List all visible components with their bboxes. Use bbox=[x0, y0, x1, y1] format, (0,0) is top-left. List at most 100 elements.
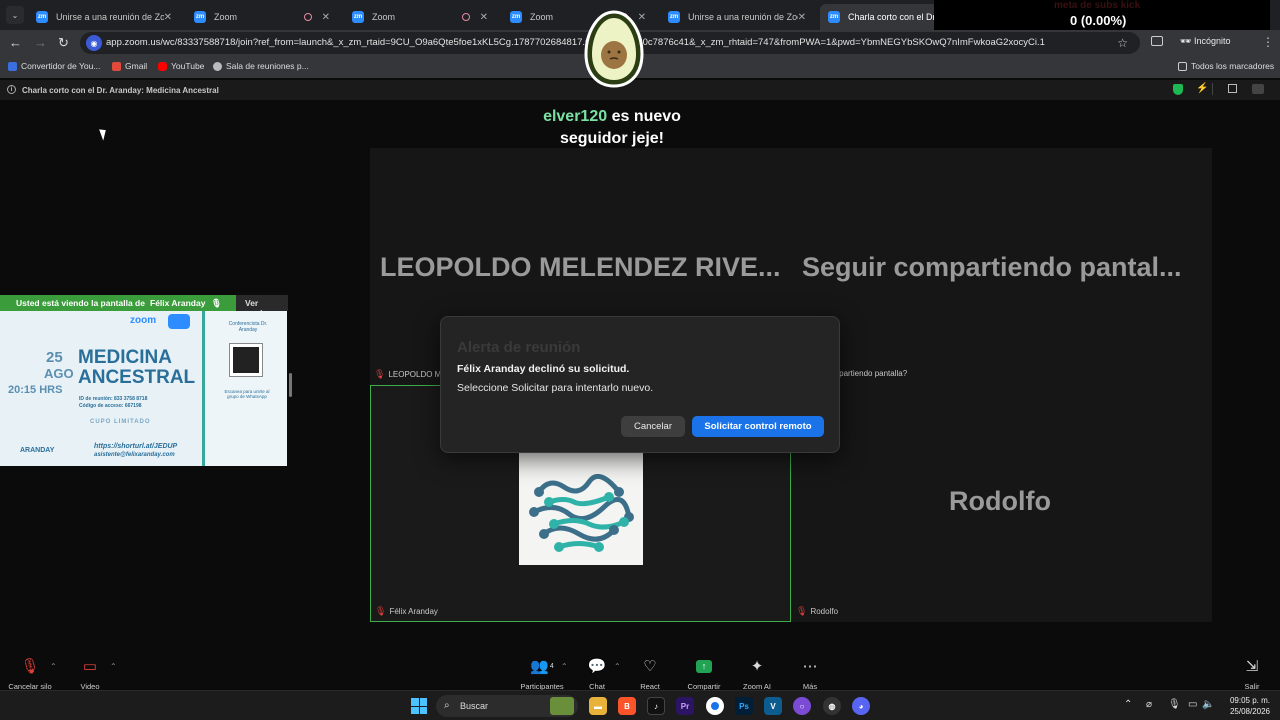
youtube-icon bbox=[158, 61, 167, 71]
premiere-icon[interactable]: Pr bbox=[676, 697, 694, 715]
file-explorer-icon[interactable]: ▬ bbox=[589, 697, 607, 715]
forward-arrow-icon[interactable]: → bbox=[34, 35, 47, 50]
close-tab-icon[interactable]: ✕ bbox=[322, 12, 330, 23]
view-icon[interactable] bbox=[1228, 84, 1237, 93]
close-tab-icon[interactable]: ✕ bbox=[164, 12, 172, 23]
leave-button[interactable]: ⇲ Salir bbox=[1222, 656, 1280, 691]
bookmark-star-icon[interactable]: ☆ bbox=[1117, 36, 1128, 50]
remote-control-declined-dialog: Alerta de reunión Félix Aranday declinó … bbox=[440, 316, 840, 453]
participant-name-leopoldo: LEOPOLDO MELENDEZ RIVE... bbox=[380, 252, 781, 282]
zoom-favicon-icon: zm bbox=[668, 11, 680, 23]
converter-icon bbox=[8, 61, 17, 71]
bookmark-converter[interactable]: Convertidor de You... bbox=[8, 61, 100, 71]
video-options-chevron-icon[interactable]: ⌃ bbox=[110, 662, 117, 671]
windows-taskbar: ⌕ Buscar ▬ B ♪ Pr Ps V ○ ◍ ◕ ⌃ ⌀ 🎙 ▭ 🔈 0… bbox=[0, 690, 1280, 720]
tab-search-button[interactable]: ⌄ bbox=[6, 6, 24, 24]
photoshop-icon[interactable]: Ps bbox=[735, 697, 753, 715]
zoom-favicon-icon: zm bbox=[352, 11, 364, 23]
leave-icon: ⇲ bbox=[1245, 658, 1259, 675]
zoom-favicon-icon: zm bbox=[828, 11, 840, 23]
close-tab-icon[interactable]: ✕ bbox=[480, 12, 488, 23]
shared-screen[interactable]: zoom 25 AGO 20:15 HRS MEDICINA ANCESTRAL… bbox=[0, 311, 287, 466]
subs-goal-count: 0 (0.00%) bbox=[1070, 13, 1127, 28]
security-shield-icon[interactable] bbox=[1173, 84, 1183, 95]
browser-tab-3[interactable]: zm Zoom ✕ bbox=[344, 4, 496, 30]
avocado-icon bbox=[584, 10, 644, 88]
cancel-button[interactable]: Cancelar bbox=[621, 416, 685, 437]
v-app-icon[interactable]: V bbox=[764, 697, 782, 715]
incognito-icon: 🕶 bbox=[1180, 36, 1192, 46]
mic-off-icon: 🎙 bbox=[374, 369, 386, 379]
share-screen-icon: ↑ bbox=[696, 659, 712, 673]
all-bookmarks[interactable]: Todos los marcadores bbox=[1178, 61, 1274, 71]
reload-icon[interactable]: ↻ bbox=[58, 35, 69, 51]
circle-app-icon[interactable]: ○ bbox=[793, 697, 811, 715]
tiktok-icon[interactable]: ♪ bbox=[647, 697, 665, 715]
mic-off-icon: 🎙 bbox=[375, 606, 387, 616]
gmail-icon bbox=[112, 61, 121, 71]
search-icon: ⌕ bbox=[444, 700, 450, 711]
meeting-controls: 🎙 Cancelar silo ⌃ ▭ Video ⌃ 👥 4 Participa… bbox=[0, 656, 1280, 691]
close-tab-icon[interactable]: ✕ bbox=[798, 12, 806, 23]
browser-menu-icon[interactable]: ⋮ bbox=[1262, 35, 1274, 49]
participants-icon: 👥 bbox=[530, 658, 549, 675]
zoom-camera-icon bbox=[168, 314, 190, 329]
microphone-icon[interactable]: 🎙 bbox=[1168, 699, 1181, 710]
taskbar-clock[interactable]: 09:05 p. m. 25/08/2026 bbox=[1222, 695, 1270, 717]
react-button[interactable]: ♡ React bbox=[620, 656, 680, 691]
recording-icon bbox=[303, 13, 312, 21]
share-resize-handle[interactable] bbox=[289, 373, 292, 397]
globe-icon bbox=[213, 61, 222, 71]
meeting-title: Charla corto con el Dr. Aranday: Medicin… bbox=[22, 86, 219, 95]
more-button[interactable]: ⋯ Más bbox=[780, 656, 840, 691]
lightning-icon[interactable]: ⚡ bbox=[1196, 83, 1208, 94]
back-arrow-icon[interactable]: ← bbox=[9, 35, 22, 50]
request-remote-control-button[interactable]: Solicitar control remoto bbox=[692, 416, 824, 437]
share-screen-button[interactable]: ↑ Compartir bbox=[674, 656, 734, 691]
flyer-left: zoom 25 AGO 20:15 HRS MEDICINA ANCESTRAL… bbox=[0, 311, 202, 466]
heart-icon: ♡ bbox=[643, 658, 657, 675]
search-highlight-icon bbox=[550, 697, 574, 715]
taskbar-search[interactable]: ⌕ Buscar bbox=[436, 695, 578, 717]
zoom-favicon-icon: zm bbox=[36, 11, 48, 23]
follower-username: elver120 bbox=[543, 108, 608, 125]
browser-tab-5[interactable]: zm Unirse a una reunión de Zoom ✕ bbox=[660, 4, 814, 30]
sparkle-icon: ✦ bbox=[750, 658, 764, 675]
share-presenter-name: Félix Aranday bbox=[150, 298, 206, 308]
dialog-message: Félix Aranday declinó su solicitud. bbox=[457, 363, 630, 375]
site-info-icon[interactable]: ◉ bbox=[86, 35, 102, 51]
zoom-app-icon[interactable] bbox=[1252, 84, 1264, 94]
display-icon[interactable]: ▭ bbox=[1188, 699, 1197, 710]
participant-name-share: Seguir compartiendo pantal... bbox=[802, 252, 1182, 282]
zoom-favicon-icon: zm bbox=[510, 11, 522, 23]
dialog-instruction: Seleccione Solicitar para intentarlo nue… bbox=[457, 382, 654, 394]
bookmark-gmail[interactable]: Gmail bbox=[112, 61, 147, 71]
zoom-favicon-icon: zm bbox=[194, 11, 206, 23]
mic-icon: 🎙 bbox=[211, 298, 222, 308]
bookmark-youtube[interactable]: YouTube bbox=[158, 61, 204, 71]
volume-icon[interactable]: 🔈 bbox=[1202, 699, 1214, 710]
windows-start-icon[interactable] bbox=[411, 698, 427, 714]
view-options-button[interactable]: Ver opcion bbox=[236, 295, 288, 318]
mute-options-chevron-icon[interactable]: ⌃ bbox=[50, 662, 57, 671]
more-dots-icon: ⋯ bbox=[802, 658, 818, 675]
side-panel-icon[interactable] bbox=[1151, 36, 1163, 46]
tray-chevron-icon[interactable]: ⌃ bbox=[1124, 699, 1132, 710]
browser-tab-2[interactable]: zm Zoom ✕ bbox=[186, 4, 338, 30]
obs-icon[interactable]: ◍ bbox=[823, 697, 841, 715]
zoom-ai-button[interactable]: ✦ Zoom AI bbox=[727, 656, 787, 691]
subs-goal-overlay: meta de subs kick 0 (0.00%) bbox=[934, 0, 1270, 30]
avocado-mascot bbox=[580, 8, 648, 88]
bookmark-meeting-room[interactable]: Sala de reuniones p... bbox=[213, 61, 309, 71]
meeting-info-icon[interactable]: i bbox=[7, 85, 16, 94]
incognito-indicator[interactable]: 🕶 Incógnito bbox=[1180, 36, 1230, 47]
brave-icon[interactable]: B bbox=[618, 697, 636, 715]
participant-label-rodolfo: 🎙 Rodolfo bbox=[796, 606, 839, 616]
qr-code-icon bbox=[229, 343, 263, 377]
folder-icon bbox=[1178, 61, 1187, 71]
chrome-icon[interactable] bbox=[706, 697, 724, 715]
discord-icon[interactable]: ◕ bbox=[852, 697, 870, 715]
network-icon[interactable]: ⌀ bbox=[1146, 699, 1152, 710]
participant-name-rodolfo: Rodolfo bbox=[949, 486, 1051, 516]
browser-tab-1[interactable]: zm Unirse a una reunión de Zoom ✕ bbox=[28, 4, 180, 30]
